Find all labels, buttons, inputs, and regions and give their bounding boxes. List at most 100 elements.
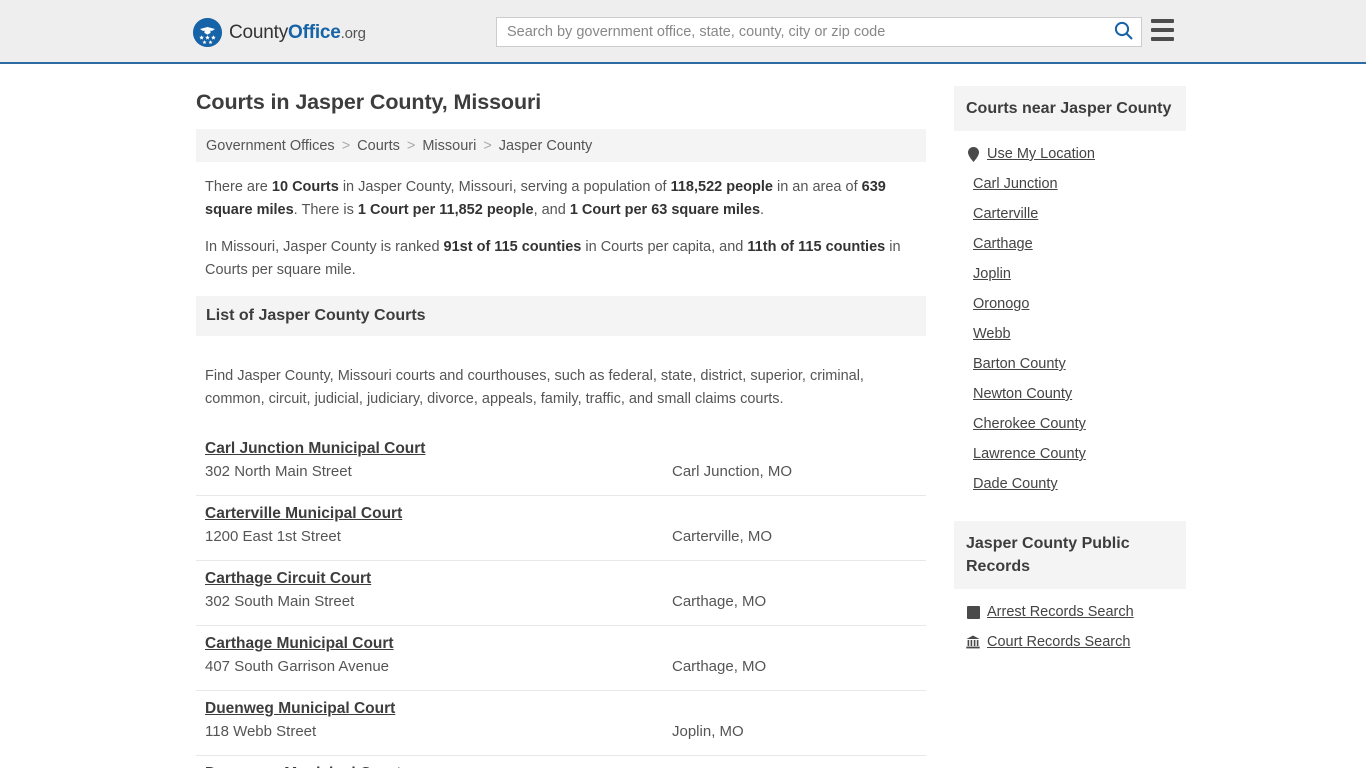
sidebar: Courts near Jasper County Use My Locatio… — [954, 64, 1186, 679]
search-input[interactable] — [497, 18, 1105, 46]
nearby-court-row: Barton County — [966, 349, 1186, 379]
stat-p2-seg-1: In Missouri, Jasper County is ranked — [205, 239, 444, 255]
court-row: Carthage Circuit Court 302 South Main Str… — [196, 561, 926, 626]
site-header: CountyOffice.org — [0, 0, 1366, 64]
breadcrumb-item-4[interactable]: Jasper County — [499, 138, 593, 154]
nearby-court-link[interactable]: Newton County — [973, 386, 1072, 402]
hamburger-bar-2 — [1151, 28, 1174, 32]
breadcrumb-item-1[interactable]: Government Offices — [206, 138, 335, 154]
public-record-row: Court Records Search — [966, 627, 1186, 657]
nearby-court-link[interactable]: Cherokee County — [973, 416, 1086, 432]
breadcrumb: Government Offices > Courts > Missouri > Jaspe… — [196, 129, 926, 162]
logo-text-org: .org — [340, 24, 366, 42]
court-list-description: Find Jasper County, Missouri courts and … — [205, 367, 864, 407]
public-records-links: Arrest Records Search Court Records Searc… — [954, 589, 1186, 657]
court-name-link[interactable]: Carthage Circuit Court — [205, 570, 371, 588]
nearby-court-row: Oronogo — [966, 289, 1186, 319]
stat-p1-seg-1: There are — [205, 179, 272, 195]
search-icon — [1114, 21, 1133, 43]
court-list: Carl Junction Municipal Court 302 North M… — [196, 431, 926, 768]
nearby-court-link[interactable]: Webb — [973, 326, 1011, 342]
court-name-link[interactable]: Carterville Municipal Court — [205, 505, 402, 523]
nearby-courts-box: Courts near Jasper County Use My Locatio… — [954, 86, 1186, 499]
site-logo[interactable]: CountyOffice.org — [193, 18, 366, 47]
courthouse-icon — [966, 635, 980, 650]
stat-p2-seg-2: 91st of 115 counties — [443, 239, 582, 255]
nearby-court-row: Dade County — [966, 469, 1186, 499]
breadcrumb-separator: > — [406, 138, 416, 154]
nearby-court-link[interactable]: Carterville — [973, 206, 1038, 222]
court-city: Carthage, MO — [672, 593, 767, 610]
court-meta: 302 North Main Street Carl Junction, MO — [205, 463, 917, 480]
stat-p2-seg-3: in Courts per capita, and — [581, 239, 748, 255]
court-meta: 407 South Garrison Avenue Carthage, MO — [205, 658, 917, 675]
court-name-link[interactable]: Carl Junction Municipal Court — [205, 440, 425, 458]
site-logo-text: CountyOffice.org — [229, 22, 366, 44]
court-row: Duquesne Municipal Court1501 South Duque… — [196, 756, 926, 768]
page-body: Courts in Jasper County, Missouri Govern… — [0, 64, 1366, 768]
court-meta: 118 Webb Street Joplin, MO — [205, 723, 917, 740]
court-row: Duenweg Municipal Court 118 Webb Street Jo… — [196, 691, 926, 756]
page-title: Courts in Jasper County, Missouri — [196, 90, 542, 114]
court-city: Carthage, MO — [672, 658, 767, 675]
stat-p1-seg-5: in an area of — [772, 179, 862, 195]
court-address: 1200 East 1st Street — [205, 528, 341, 545]
fingerprint-square-icon — [966, 605, 980, 620]
nearby-court-row: Lawrence County — [966, 439, 1186, 469]
county-statistics: There are 10 Courts in Jasper County, Mi… — [196, 162, 926, 282]
breadcrumb-item-2[interactable]: Courts — [357, 138, 400, 154]
nearby-court-link[interactable]: Joplin — [973, 266, 1011, 282]
court-address: 118 Webb Street — [205, 723, 317, 740]
nearby-court-link[interactable]: Oronogo — [973, 296, 1029, 312]
search-button[interactable] — [1105, 18, 1141, 46]
nearby-court-row: Joplin — [966, 259, 1186, 289]
nearby-court-link[interactable]: Carthage — [973, 236, 1033, 252]
nearby-court-link[interactable]: Dade County — [973, 476, 1058, 492]
public-record-link[interactable]: Court Records Search — [987, 634, 1130, 650]
court-name-link[interactable]: Carthage Municipal Court — [205, 635, 394, 653]
nearby-courts-links: Use My Location Carl Junction Carterville C… — [954, 131, 1186, 499]
stat-p1-seg-3: in Jasper County, Missouri, serving a po… — [338, 179, 671, 195]
breadcrumb-separator: > — [483, 138, 492, 154]
nearby-court-row: Carterville — [966, 199, 1186, 229]
nearby-court-row: Webb — [966, 319, 1186, 349]
court-city: Carl Junction, MO — [672, 463, 793, 480]
hamburger-bar-1 — [1151, 19, 1174, 23]
nearby-courts-heading: Courts near Jasper County — [954, 86, 1186, 131]
logo-text-office: Office — [288, 21, 341, 43]
nearby-court-link[interactable]: Carl Junction — [973, 176, 1058, 192]
hamburger-menu-icon[interactable] — [1151, 19, 1174, 41]
statistics-paragraph-2: In Missouri, Jasper County is ranked 91s… — [205, 236, 917, 282]
court-row: Carl Junction Municipal Court 302 North M… — [196, 431, 926, 496]
public-record-link[interactable]: Arrest Records Search — [987, 604, 1134, 620]
court-city: Joplin, MO — [672, 723, 744, 740]
breadcrumb-separator: > — [341, 138, 351, 154]
stat-p1-seg-8: 1 Court per 11,852 people — [357, 202, 534, 218]
stat-p1-seg-9: , and — [533, 202, 570, 218]
nearby-court-link[interactable]: Barton County — [973, 356, 1066, 372]
breadcrumb-item-3[interactable]: Missouri — [422, 138, 476, 154]
court-address: 302 South Main Street — [205, 593, 355, 610]
nearby-court-link[interactable]: Use My Location — [987, 146, 1095, 162]
court-row: Carterville Municipal Court 1200 East 1st… — [196, 496, 926, 561]
court-row: Carthage Municipal Court 407 South Garris… — [196, 626, 926, 691]
hamburger-bar-3 — [1151, 37, 1174, 41]
main-content: Courts in Jasper County, Missouri Govern… — [196, 64, 926, 768]
stat-p1-seg-2: 10 Courts — [271, 179, 339, 195]
stat-p1-seg-10: 1 Court per 63 square miles — [569, 202, 761, 218]
nearby-court-row: Use My Location — [966, 139, 1186, 169]
court-list-heading: List of Jasper County Courts — [196, 296, 926, 336]
public-record-row: Arrest Records Search — [966, 597, 1186, 627]
eagle-seal-logo-icon — [193, 18, 222, 47]
court-city: Carterville, MO — [672, 528, 773, 545]
nearby-court-link[interactable]: Lawrence County — [973, 446, 1086, 462]
stat-p1-seg-7: . There is — [293, 202, 358, 218]
nearby-court-row: Cherokee County — [966, 409, 1186, 439]
stat-p1-seg-4: 118,522 people — [670, 179, 773, 195]
search-bar[interactable] — [496, 17, 1142, 47]
public-records-box: Jasper County Public Records Arrest Reco… — [954, 521, 1186, 657]
court-meta: 302 South Main Street Carthage, MO — [205, 593, 917, 610]
statistics-paragraph-1: There are 10 Courts in Jasper County, Mi… — [205, 176, 917, 222]
court-name-link[interactable]: Duenweg Municipal Court — [205, 700, 395, 718]
court-address: 407 South Garrison Avenue — [205, 658, 390, 675]
